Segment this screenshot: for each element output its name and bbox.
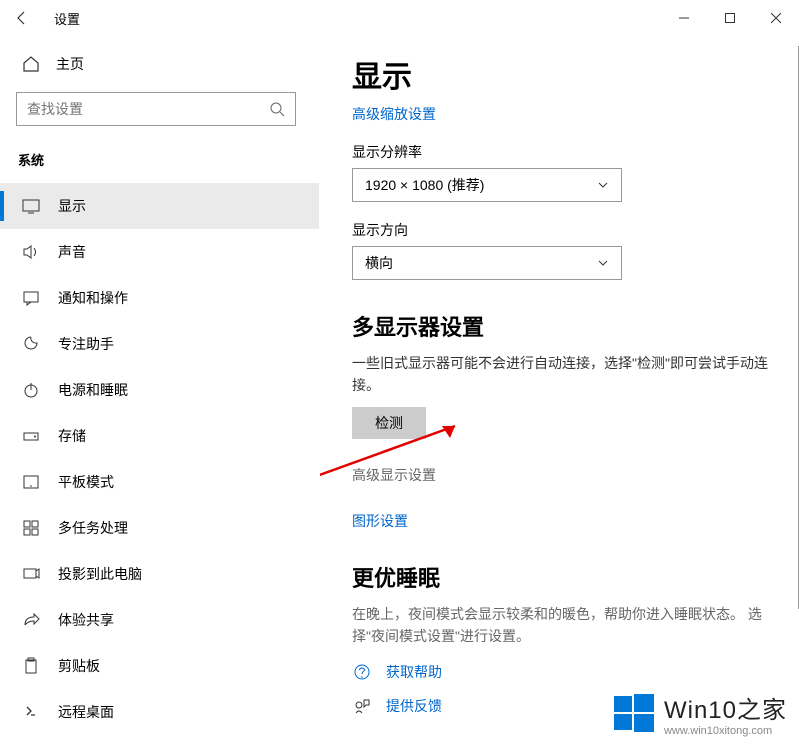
minimize-button[interactable] (661, 0, 707, 36)
advanced-display-link[interactable]: 高级显示设置 (352, 465, 775, 485)
tablet-icon (22, 473, 40, 491)
sidebar-item-share[interactable]: 体验共享 (0, 597, 319, 643)
search-field[interactable] (27, 101, 269, 117)
sleep-title: 更优睡眠 (352, 561, 775, 593)
home-label: 主页 (56, 54, 84, 74)
feedback-icon (352, 696, 372, 716)
maximize-button[interactable] (707, 0, 753, 36)
power-icon (22, 381, 40, 399)
sidebar-item-project[interactable]: 投影到此电脑 (0, 551, 319, 597)
sidebar-item-power[interactable]: 电源和睡眠 (0, 367, 319, 413)
sidebar-item-label: 投影到此电脑 (58, 564, 142, 584)
sleep-desc: 在晚上，夜间模式会显示较柔和的暖色，帮助你进入睡眠状态。 选择"夜间模式设置"进… (352, 603, 772, 648)
sidebar-item-label: 多任务处理 (58, 518, 128, 538)
sidebar-item-label: 平板模式 (58, 472, 114, 492)
sidebar-item-label: 剪贴板 (58, 656, 100, 676)
multi-display-desc: 一些旧式显示器可能不会进行自动连接，选择"检测"即可尝试手动连接。 (352, 352, 772, 397)
chevron-down-icon (597, 257, 609, 269)
watermark: Win10之家 www.win10xitong.com (612, 690, 787, 737)
sidebar-item-label: 远程桌面 (58, 702, 114, 722)
orientation-select[interactable]: 横向 (352, 246, 622, 280)
sidebar-item-storage[interactable]: 存储 (0, 413, 319, 459)
watermark-title: Win10之家 (664, 690, 787, 725)
sidebar-item-label: 专注助手 (58, 334, 114, 354)
feedback-link[interactable]: 提供反馈 (386, 696, 442, 716)
notifications-icon (22, 289, 40, 307)
sidebar-item-label: 体验共享 (58, 610, 114, 630)
clipboard-icon (22, 657, 40, 675)
project-icon (22, 565, 40, 583)
sidebar-item-multitask[interactable]: 多任务处理 (0, 505, 319, 551)
storage-icon (22, 427, 40, 445)
page-title: 显示 (352, 52, 775, 96)
home-icon (22, 55, 40, 73)
orientation-label: 显示方向 (352, 220, 775, 240)
resolution-select[interactable]: 1920 × 1080 (推荐) (352, 168, 622, 202)
get-help-link[interactable]: 获取帮助 (386, 662, 442, 682)
section-title: 系统 (0, 134, 319, 177)
focus-icon (22, 335, 40, 353)
help-icon (352, 662, 372, 682)
sidebar-item-label: 电源和睡眠 (58, 380, 128, 400)
back-button[interactable] (0, 0, 44, 36)
chevron-down-icon (597, 179, 609, 191)
home-button[interactable]: 主页 (0, 44, 319, 84)
advanced-scaling-link[interactable]: 高级缩放设置 (352, 104, 436, 124)
graphics-settings-link[interactable]: 图形设置 (352, 511, 408, 531)
sidebar-item-sound[interactable]: 声音 (0, 229, 319, 275)
search-input[interactable] (16, 92, 296, 126)
main-content: 显示 高级缩放设置 显示分辨率 1920 × 1080 (推荐) 显示方向 横向… (320, 36, 799, 749)
sidebar-item-clipboard[interactable]: 剪贴板 (0, 643, 319, 689)
multi-display-title: 多显示器设置 (352, 310, 775, 342)
multitask-icon (22, 519, 40, 537)
close-button[interactable] (753, 0, 799, 36)
sidebar-item-notifications[interactable]: 通知和操作 (0, 275, 319, 321)
display-icon (22, 197, 40, 215)
sidebar-item-label: 声音 (58, 242, 86, 262)
sidebar-item-display[interactable]: 显示 (0, 183, 319, 229)
sidebar-item-focus[interactable]: 专注助手 (0, 321, 319, 367)
sidebar-item-label: 通知和操作 (58, 288, 128, 308)
share-icon (22, 611, 40, 629)
window-title: 设置 (54, 9, 80, 28)
sidebar-item-label: 显示 (58, 196, 86, 216)
detect-button[interactable]: 检测 (352, 407, 426, 439)
sidebar-item-tablet[interactable]: 平板模式 (0, 459, 319, 505)
remote-icon (22, 703, 40, 721)
resolution-value: 1920 × 1080 (推荐) (365, 175, 484, 195)
sidebar: 主页 系统 显示 声音 通知和操作 专注助手 (0, 36, 320, 749)
resolution-label: 显示分辨率 (352, 142, 775, 162)
sound-icon (22, 243, 40, 261)
windows-logo-icon (612, 692, 656, 736)
search-icon (269, 101, 285, 117)
sidebar-item-label: 存储 (58, 426, 86, 446)
watermark-url: www.win10xitong.com (664, 725, 787, 737)
sidebar-item-remote[interactable]: 远程桌面 (0, 689, 319, 735)
orientation-value: 横向 (365, 253, 393, 273)
